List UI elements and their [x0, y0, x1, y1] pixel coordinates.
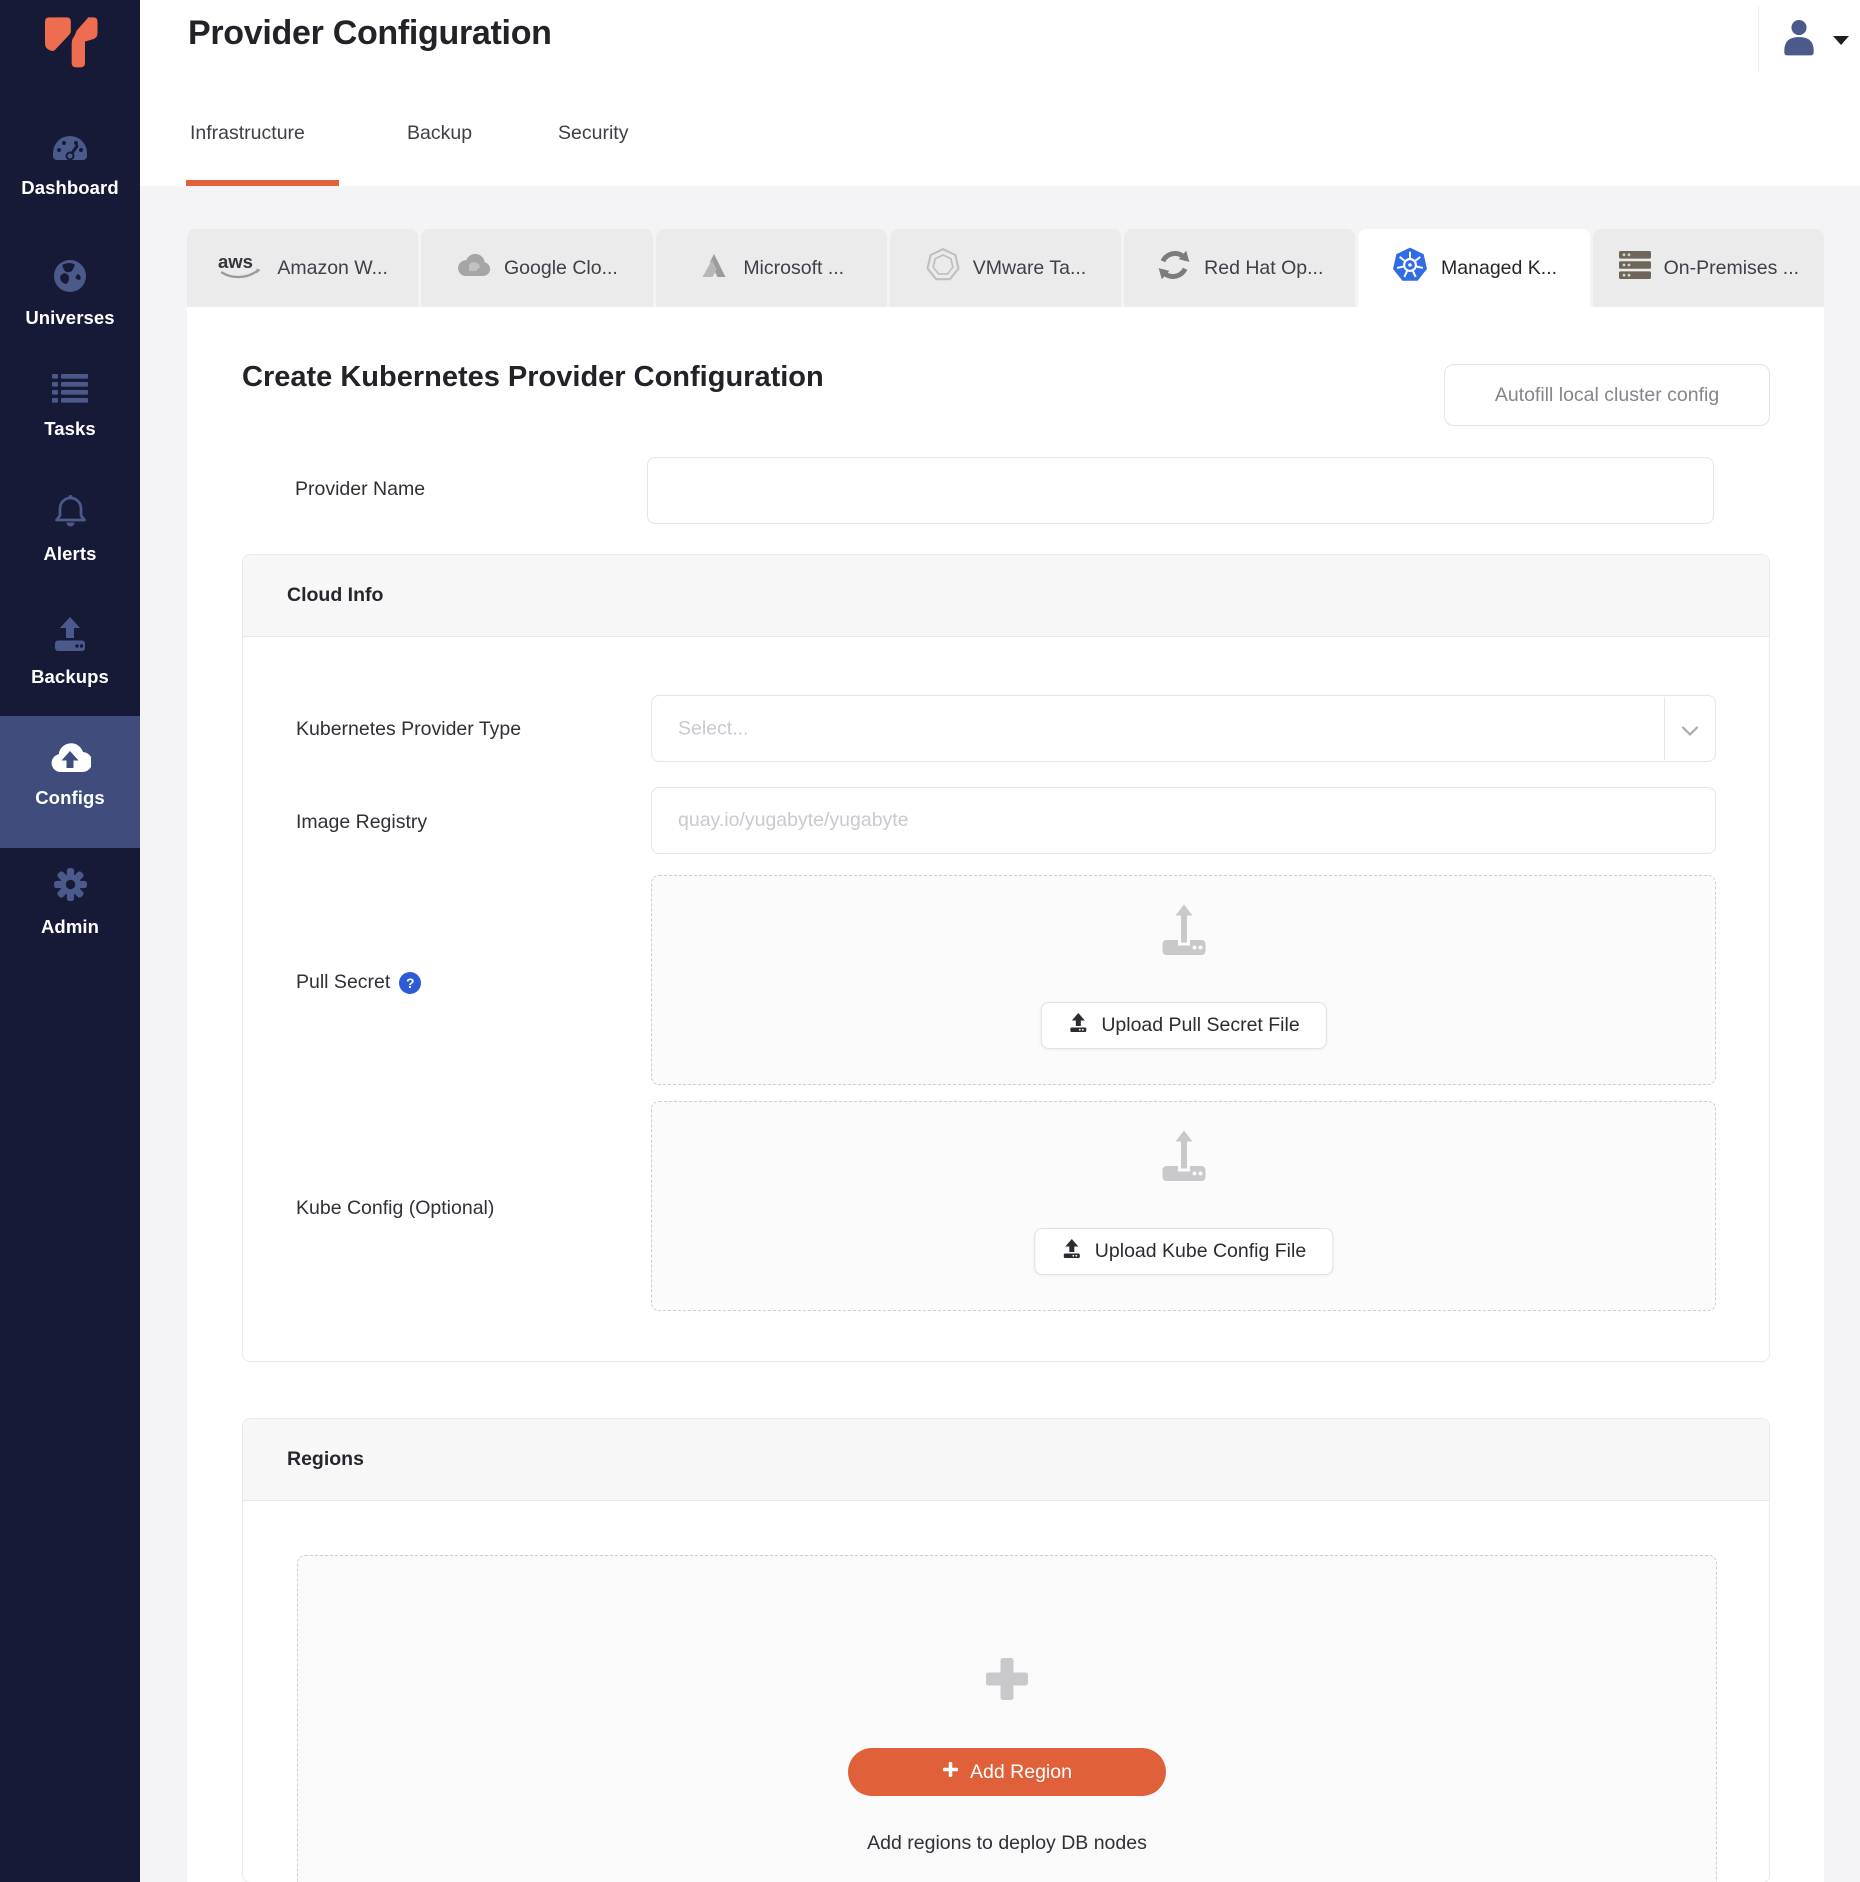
azure-icon: [698, 252, 731, 285]
provider-tab-azure[interactable]: Microsoft ...: [656, 229, 887, 307]
regions-empty-dropzone: Add Region Add regions to deploy DB node…: [297, 1555, 1717, 1882]
upload-pull-secret-button[interactable]: Upload Pull Secret File: [1040, 1002, 1326, 1049]
provider-tab-label: Red Hat Op...: [1204, 257, 1323, 280]
provider-tab-openshift[interactable]: Red Hat Op...: [1124, 229, 1355, 307]
provider-tab-gcp[interactable]: Google Clo...: [421, 229, 652, 307]
aws-icon: aws: [217, 249, 265, 287]
sidebar-item-admin[interactable]: Admin: [0, 866, 140, 938]
provider-tab-kubernetes[interactable]: Managed K...: [1358, 229, 1589, 307]
kubernetes-provider-type-select[interactable]: Select...: [651, 695, 1716, 762]
app-window: Dashboard Universes: [0, 0, 1860, 1882]
cloud-info-section-title: Cloud Info: [243, 555, 1769, 637]
sidebar-item-label: Backups: [31, 666, 109, 688]
kubernetes-icon: [1391, 246, 1429, 290]
provider-tab-label: Managed K...: [1441, 257, 1557, 280]
page-header: Provider Configuration Infrastructure Ba…: [140, 0, 1860, 186]
select-divider: [1664, 697, 1665, 760]
chevron-down-icon: [1681, 723, 1699, 734]
tab-backup[interactable]: Backup: [407, 122, 472, 145]
sidebar-item-label: Admin: [41, 916, 99, 938]
sidebar-item-configs[interactable]: Configs: [0, 716, 140, 848]
user-menu-button[interactable]: [1780, 16, 1858, 64]
sidebar-item-dashboard[interactable]: Dashboard: [0, 134, 140, 199]
select-placeholder: Select...: [678, 717, 748, 740]
sidebar-item-label: Tasks: [44, 418, 96, 440]
regions-hint-text: Add regions to deploy DB nodes: [298, 1832, 1716, 1855]
active-tab-underline: [186, 180, 339, 186]
plus-icon: [942, 1761, 959, 1784]
add-region-button[interactable]: Add Region: [848, 1748, 1166, 1796]
provider-tab-label: On-Premises ...: [1664, 257, 1799, 280]
image-registry-label: Image Registry: [296, 811, 427, 834]
provider-tab-onprem[interactable]: On-Premises ...: [1593, 229, 1824, 307]
provider-name-label: Provider Name: [295, 478, 425, 501]
sidebar-item-backups[interactable]: Backups: [0, 616, 140, 688]
sidebar-item-tasks[interactable]: Tasks: [0, 373, 140, 440]
gauge-icon: [50, 134, 90, 169]
sidebar-item-label: Configs: [35, 787, 105, 809]
provider-name-input[interactable]: [647, 457, 1714, 524]
kube-config-label: Kube Config (Optional): [296, 1197, 494, 1220]
gear-icon: [52, 866, 89, 908]
form-heading: Create Kubernetes Provider Configuration: [242, 361, 824, 394]
task-list-icon: [52, 373, 88, 410]
help-icon[interactable]: ?: [399, 972, 421, 994]
globe-icon: [52, 258, 88, 299]
sidebar: Dashboard Universes: [0, 0, 140, 1882]
header-divider: [1758, 6, 1759, 72]
upload-drive-icon: [1156, 1126, 1211, 1191]
provider-tab-label: VMware Ta...: [973, 257, 1086, 280]
sidebar-item-label: Dashboard: [21, 177, 119, 199]
tab-infrastructure[interactable]: Infrastructure: [190, 122, 305, 145]
regions-section-title: Regions: [243, 1419, 1769, 1501]
tab-security[interactable]: Security: [558, 122, 628, 145]
sidebar-item-universes[interactable]: Universes: [0, 258, 140, 329]
google-cloud-icon: [456, 252, 492, 285]
openshift-icon: [1156, 247, 1192, 289]
sidebar-item-label: Universes: [25, 307, 114, 329]
upload-icon: [1067, 1012, 1088, 1039]
plus-icon: [984, 1656, 1030, 1702]
provider-tab-label: Amazon W...: [277, 257, 388, 280]
chevron-down-icon: [1833, 36, 1849, 45]
provider-tab-vmware-tanzu[interactable]: VMware Ta...: [890, 229, 1121, 307]
cloud-info-section: Cloud Info Kubernetes Provider Type Sele…: [242, 554, 1770, 1362]
provider-tab-aws[interactable]: aws Amazon W...: [187, 229, 418, 307]
vmware-tanzu-icon: [925, 247, 961, 289]
autofill-local-cluster-config-button[interactable]: Autofill local cluster config: [1444, 364, 1770, 426]
svg-text:aws: aws: [218, 251, 253, 272]
upload-drive-icon: [1156, 900, 1211, 965]
image-registry-input[interactable]: [651, 787, 1716, 854]
upload-icon: [1061, 1238, 1082, 1265]
page-title: Provider Configuration: [188, 14, 552, 53]
upload-kube-config-button[interactable]: Upload Kube Config File: [1034, 1228, 1333, 1275]
bell-icon: [52, 493, 89, 535]
kube-config-dropzone[interactable]: Upload Kube Config File: [651, 1101, 1716, 1311]
provider-tab-label: Google Clo...: [504, 257, 618, 280]
provider-tab-strip: aws Amazon W... Google Clo...: [187, 229, 1824, 307]
backup-upload-icon: [52, 616, 88, 658]
kubernetes-provider-type-label: Kubernetes Provider Type: [296, 718, 521, 741]
pull-secret-dropzone[interactable]: Upload Pull Secret File: [651, 875, 1716, 1085]
sidebar-item-label: Alerts: [43, 543, 96, 565]
cloud-upload-icon: [49, 742, 91, 779]
regions-section: Regions Add Region Add regions to deploy…: [242, 1418, 1770, 1882]
yugabyte-logo-icon[interactable]: [40, 14, 100, 74]
sidebar-item-alerts[interactable]: Alerts: [0, 493, 140, 565]
provider-tab-label: Microsoft ...: [743, 257, 844, 280]
user-icon: [1780, 45, 1818, 62]
pull-secret-label: Pull Secret ?: [296, 971, 421, 994]
on-premises-icon: [1618, 250, 1652, 286]
